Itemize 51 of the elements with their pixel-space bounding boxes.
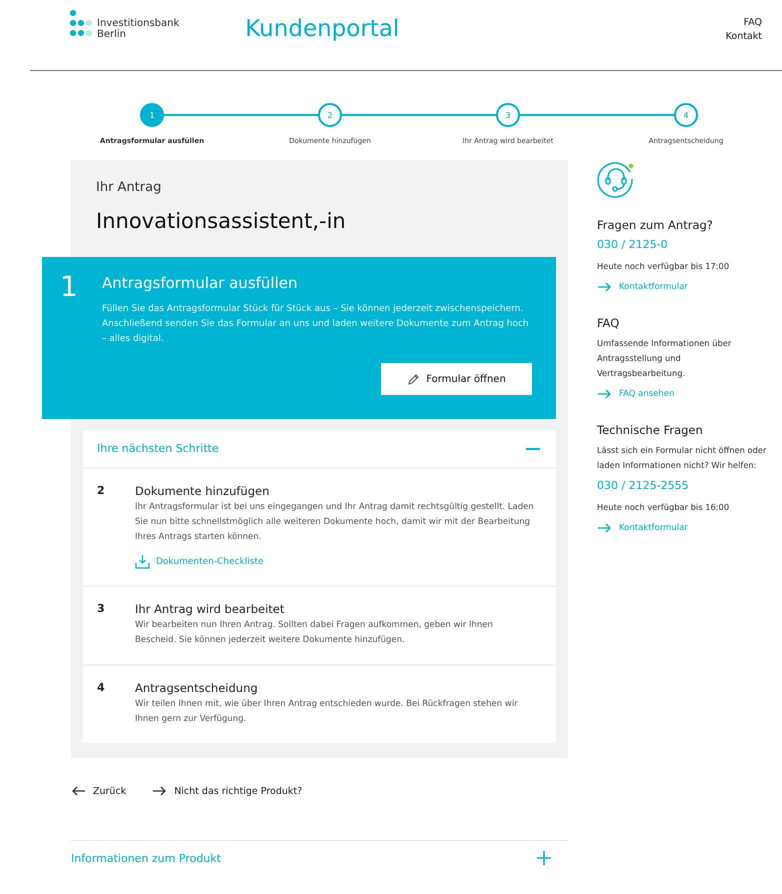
step-number: 3 xyxy=(97,602,106,617)
header-link[interactable]: FAQ xyxy=(744,16,762,30)
arrow-icon xyxy=(597,387,611,401)
accordion-header[interactable]: Informationen zum Produkt xyxy=(71,840,568,865)
accordion-title: Ihre nächsten Schritte xyxy=(97,442,219,455)
accordion-header[interactable]: Ihre nächsten Schritte xyxy=(83,430,556,467)
accordion-title: Informationen zum Produkt xyxy=(71,852,221,864)
arrow-icon xyxy=(597,521,611,535)
phone-number: 030 / 2125-0 xyxy=(597,238,669,251)
phone-number: 030 / 2125-2555 xyxy=(597,479,690,492)
availability-text: Heute noch verfügbar bis 16:00 xyxy=(597,501,730,514)
headset-icon xyxy=(597,160,635,198)
step-number: 1 xyxy=(60,271,79,305)
sidebar-link[interactable]: Kontaktformular xyxy=(597,521,767,535)
step-circle: 4 xyxy=(674,103,698,127)
logo-text: Investitionsbank xyxy=(97,18,180,29)
download-icon xyxy=(135,554,150,569)
sidebar-text: Lässt sich ein Formular nicht öffnen oder laden Informationen nicht? Wir helfen: xyxy=(597,444,767,472)
application-title: Innovationsassistent,-in xyxy=(96,209,347,233)
arrow-icon xyxy=(152,784,166,798)
step-circle: 3 xyxy=(496,103,520,127)
step-title: Antragsformular ausfüllen xyxy=(102,274,298,292)
logo-text: Berlin xyxy=(97,29,128,40)
step-number: 4 xyxy=(97,681,106,696)
step-title: Dokumente hinzufügen xyxy=(135,484,270,498)
step-description: Füllen Sie das Antragsformular Stück für Stück aus – Sie können jederzeit zwischenspeichern. Anschließend senden Sie das Formular an uns und laden weitere Dokumente zum Antrag hoch – alles digital. xyxy=(102,303,530,346)
sidebar-link[interactable]: FAQ ansehen xyxy=(597,387,767,401)
availability-text: Heute noch verfügbar bis 17:00 xyxy=(597,260,730,273)
sidebar-heading: Fragen zum Antrag? xyxy=(597,218,714,232)
arrow-icon xyxy=(597,280,611,294)
portal-title: Kundenportal xyxy=(245,16,400,42)
nav-link[interactable]: Nicht das richtige Produkt? xyxy=(152,784,302,798)
section-label: Ihr Antrag xyxy=(96,180,162,195)
sidebar-heading: FAQ xyxy=(597,316,620,330)
step-number: 2 xyxy=(97,484,106,499)
step-title: Antragsentscheidung xyxy=(135,681,259,695)
step-title: Ihr Antrag wird bearbeitet xyxy=(135,602,286,616)
pencil-icon xyxy=(407,372,420,386)
step-description: Ihr Antragsformular ist bei uns eingegangen und Ihr Antrag damit rechtsgültig gestellt. Laden Sie nun bitte schnellstmöglich alle weiteren Dokumente hoch, damit wir mit der Bearbeitung Ihres Antrags starten können. xyxy=(135,501,535,544)
step-circle: 1 xyxy=(140,103,164,127)
step-description: Wir teilen Ihnen mit, wie über Ihren Antrag entschieden wurde. Bei Rückfragen stehen wir Ihnen gern zur Verfügung. xyxy=(135,698,519,726)
nav-link[interactable]: Zurück xyxy=(71,784,126,798)
sidebar-link[interactable]: Kontaktformular xyxy=(597,280,767,294)
checklist-link[interactable]: Dokumenten-Checkliste xyxy=(135,554,536,569)
header-link[interactable]: Kontakt xyxy=(726,30,762,44)
sidebar-text: Umfassende Informationen über Antragsstellung und Vertragsbearbeitung. xyxy=(597,337,732,380)
open-form-button[interactable]: Formular öffnen xyxy=(381,363,532,395)
step-circle: 2 xyxy=(318,103,342,127)
sidebar-heading: Technische Fragen xyxy=(597,423,704,437)
step-description: Wir bearbeiten nun Ihren Antrag. Sollten dabei Fragen aufkommen, geben wir Ihnen Bescheid. Sie können jederzeit weitere Dokumente hinzufügen. xyxy=(135,619,494,647)
arrow-icon xyxy=(71,784,85,798)
